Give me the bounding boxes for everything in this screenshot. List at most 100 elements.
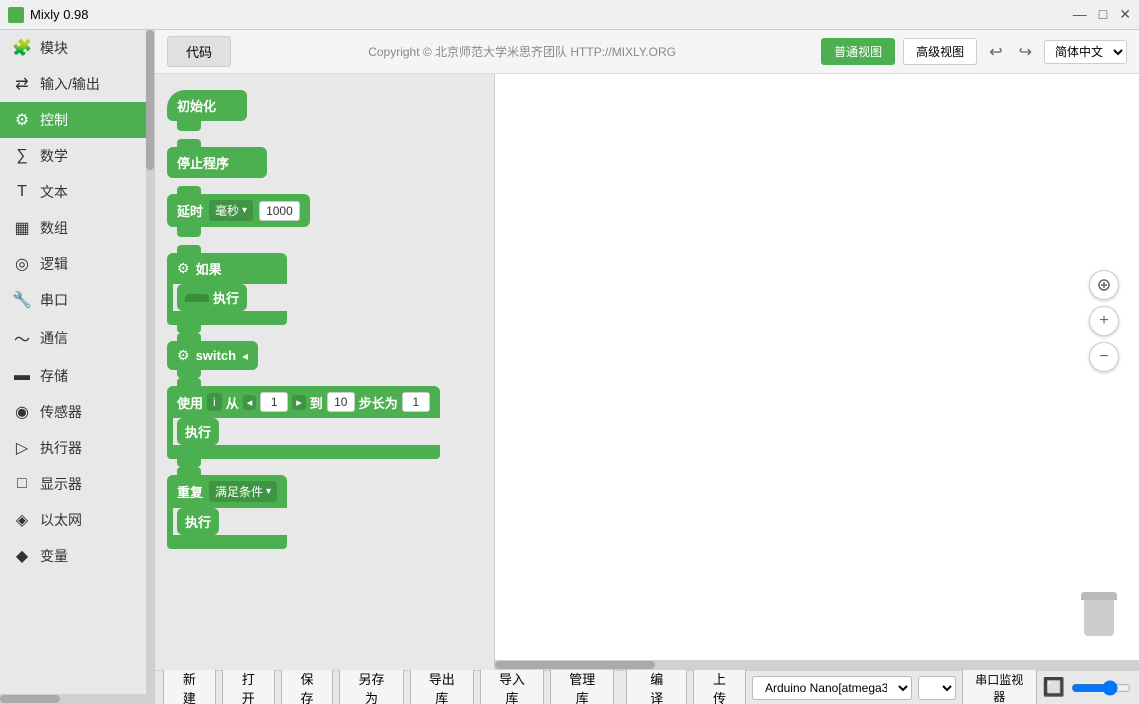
for-top-notch xyxy=(177,378,201,386)
array-icon: ▦ xyxy=(12,218,32,238)
minimize-button[interactable]: — xyxy=(1073,6,1087,23)
canvas-hscroll-thumb[interactable] xyxy=(495,661,655,669)
if-execute-label: 执行 xyxy=(213,288,239,307)
close-button[interactable]: ✕ xyxy=(1119,6,1131,23)
for-use-label: 使用 xyxy=(177,393,203,412)
switch-bottom-notch xyxy=(177,370,201,378)
init-block[interactable]: 初始化 xyxy=(167,90,247,121)
actuator-icon: ▷ xyxy=(12,438,32,458)
window-controls: — □ ✕ xyxy=(1073,6,1131,23)
repeat-label: 重复 xyxy=(177,482,203,501)
speed-slider[interactable] xyxy=(1071,680,1131,696)
advanced-view-button[interactable]: 高级视图 xyxy=(903,38,977,65)
sidebar-item-array-label: 数组 xyxy=(40,218,68,238)
maximize-button[interactable]: □ xyxy=(1099,6,1107,23)
toolbar: 代码 Copyright © 北京师范大学米思齐团队 HTTP://MIXLY.… xyxy=(155,30,1139,74)
delay-value[interactable]: 1000 xyxy=(259,201,300,221)
if-bottom-notch xyxy=(177,325,201,333)
sidebar-item-storage[interactable]: ▬ 存储 xyxy=(0,358,154,394)
sidebar-scrollbar[interactable] xyxy=(146,30,154,704)
if-inner: 执行 xyxy=(167,284,287,311)
sidebar-item-ethernet[interactable]: ◈ 以太网 xyxy=(0,502,154,538)
repeat-block-top[interactable]: 重复 满足条件 xyxy=(167,475,287,508)
switch-block[interactable]: ⚙ switch ◂ xyxy=(167,341,258,370)
tab-code[interactable]: 代码 xyxy=(167,36,231,67)
sidebar-item-array[interactable]: ▦ 数组 xyxy=(0,210,154,246)
language-select[interactable]: 简体中文 xyxy=(1044,40,1127,64)
init-block-row: 初始化 xyxy=(167,90,482,131)
sidebar-item-variable-label: 变量 xyxy=(40,546,68,566)
switch-label: switch xyxy=(196,348,236,363)
if-block-top[interactable]: ⚙ 如果 xyxy=(167,253,287,284)
for-step-label: 步长为 xyxy=(359,393,398,412)
repeat-inner: 执行 xyxy=(167,508,287,535)
for-from-bracket-r: ▸ xyxy=(292,395,306,410)
stop-block[interactable]: 停止程序 xyxy=(167,147,267,178)
for-block-row: 使用 i 从 ◂ 1 ▸ 到 10 步长为 1 xyxy=(167,386,482,459)
sidebar-item-control[interactable]: ⚙ 控制 xyxy=(0,102,154,138)
repeat-execute-label: 执行 xyxy=(185,512,211,531)
stop-block-label: 停止程序 xyxy=(177,153,229,172)
delay-unit-dropdown[interactable]: 毫秒 xyxy=(209,200,253,221)
for-block-container: 使用 i 从 ◂ 1 ▸ 到 10 步长为 1 xyxy=(167,386,440,459)
sidebar-item-logic[interactable]: ◎ 逻辑 xyxy=(0,246,154,282)
for-execute-label: 执行 xyxy=(185,422,211,441)
repeat-block-container: 重复 满足条件 执行 xyxy=(167,475,287,549)
for-step-value[interactable]: 1 xyxy=(402,392,430,412)
sensor-icon: ◉ xyxy=(12,402,32,422)
repeat-block-row: 重复 满足条件 执行 xyxy=(167,475,482,549)
toolbar-right: 普通视图 高级视图 ↩ ↪ 简体中文 xyxy=(821,38,1127,65)
text-icon: T xyxy=(12,183,32,201)
sidebar-item-variable[interactable]: ◆ 变量 xyxy=(0,538,154,574)
trash-can[interactable] xyxy=(1079,592,1119,640)
sidebar-scroll-thumb[interactable] xyxy=(146,30,154,170)
serial-icon: 🔧 xyxy=(12,290,32,310)
for-to-value[interactable]: 10 xyxy=(327,392,355,412)
sidebar-item-actuator[interactable]: ▷ 执行器 xyxy=(0,430,154,466)
repeat-condition-dropdown[interactable]: 满足条件 xyxy=(209,481,277,502)
sidebar-hscroll[interactable] xyxy=(0,694,146,704)
if-execute-block[interactable]: 执行 xyxy=(177,284,247,311)
delay-block[interactable]: 延时 毫秒 1000 xyxy=(167,194,310,227)
normal-view-button[interactable]: 普通视图 xyxy=(821,38,895,65)
control-icon: ⚙ xyxy=(12,110,32,130)
main-area: 🧩 模块 ⇄ 输入/输出 ⚙ 控制 ∑ 数学 T 文本 ▦ 数组 ◎ 逻辑 🔧 xyxy=(0,30,1139,704)
zoom-out-button[interactable]: − xyxy=(1089,342,1119,372)
sidebar-item-control-label: 控制 xyxy=(40,110,68,130)
sidebar-item-display[interactable]: □ 显示器 xyxy=(0,466,154,502)
serial-monitor-button[interactable]: 串口监视器 xyxy=(962,666,1037,704)
title-bar: Mixly 0.98 — □ ✕ xyxy=(0,0,1139,30)
sidebar-item-serial[interactable]: 🔧 串口 xyxy=(0,282,154,318)
zoom-target-button[interactable] xyxy=(1089,270,1119,300)
chip-icon[interactable]: 🔲 xyxy=(1043,677,1065,698)
sidebar-item-io[interactable]: ⇄ 输入/输出 xyxy=(0,66,154,102)
sidebar-item-text-label: 文本 xyxy=(40,182,68,202)
canvas-hscrollbar[interactable] xyxy=(495,660,1139,670)
sidebar-item-modules[interactable]: 🧩 模块 xyxy=(0,30,154,66)
comm-icon: 〜 xyxy=(12,326,32,350)
sidebar-item-ethernet-label: 以太网 xyxy=(40,510,82,530)
sidebar-item-actuator-label: 执行器 xyxy=(40,438,82,458)
canvas-area[interactable]: + − xyxy=(495,74,1139,670)
repeat-execute-block[interactable]: 执行 xyxy=(177,508,219,535)
board-select[interactable]: Arduino Nano[atmega328] xyxy=(752,676,912,700)
zoom-in-button[interactable]: + xyxy=(1089,306,1119,336)
undo-button[interactable]: ↩ xyxy=(985,40,1006,64)
if-top-notch xyxy=(177,245,201,253)
stop-block-top-notch xyxy=(177,139,201,147)
repeat-block-bottom xyxy=(167,535,287,549)
if-block-bottom xyxy=(167,311,287,325)
variable-icon: ◆ xyxy=(12,546,32,566)
sidebar-item-sensor[interactable]: ◉ 传感器 xyxy=(0,394,154,430)
redo-button[interactable]: ↪ xyxy=(1015,40,1036,64)
sidebar-item-comm[interactable]: 〜 通信 xyxy=(0,318,154,358)
sidebar-item-text[interactable]: T 文本 xyxy=(0,174,154,210)
port-select[interactable] xyxy=(918,676,956,700)
delay-bottom-notch xyxy=(177,227,201,237)
for-execute-block[interactable]: 执行 xyxy=(177,418,219,445)
for-block-top[interactable]: 使用 i 从 ◂ 1 ▸ 到 10 步长为 1 xyxy=(167,386,440,418)
sidebar-hscroll-thumb[interactable] xyxy=(0,695,60,703)
copyright-text: Copyright © 北京师范大学米思齐团队 HTTP://MIXLY.ORG xyxy=(239,43,805,60)
sidebar-item-math[interactable]: ∑ 数学 xyxy=(0,138,154,174)
for-from-value[interactable]: 1 xyxy=(260,392,288,412)
